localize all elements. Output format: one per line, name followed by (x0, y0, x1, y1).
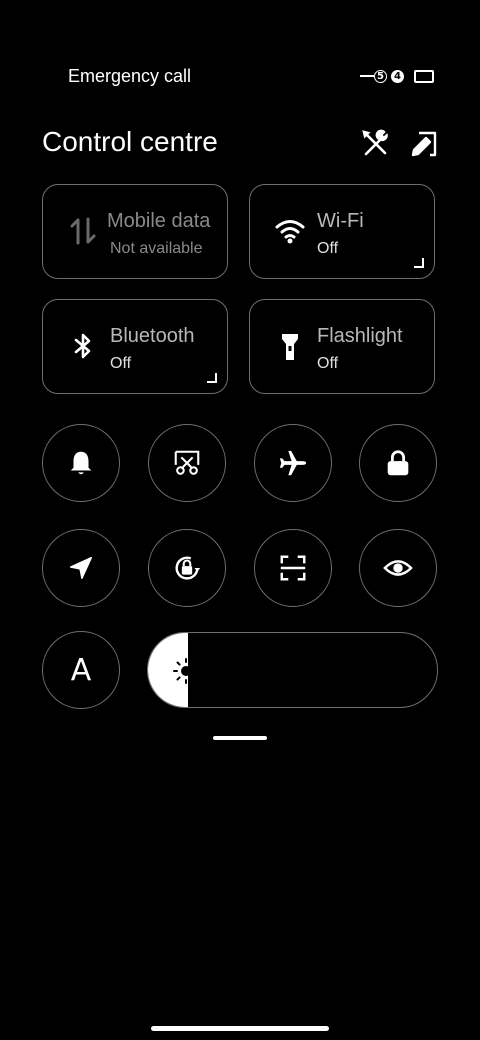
screenshot-icon (174, 450, 200, 475)
flashlight-icon (274, 330, 306, 362)
sim1-signal-icon: 5 (360, 69, 387, 83)
tile-mobile-data[interactable]: Mobile data Not available (42, 184, 228, 279)
bell-icon (70, 451, 92, 475)
battery-icon (414, 69, 434, 83)
toggle-screenshot[interactable] (148, 424, 226, 502)
toggle-auto-brightness[interactable]: A (42, 631, 120, 709)
mobile-data-icon (67, 215, 99, 247)
scanner-icon (280, 555, 306, 581)
rotation-lock-icon (175, 556, 201, 580)
toggle-location[interactable] (42, 529, 120, 607)
toggle-scanner[interactable] (254, 529, 332, 607)
expand-corner-icon[interactable] (414, 258, 424, 268)
panel-drag-handle[interactable] (213, 736, 267, 740)
tile-label: Mobile data (107, 210, 211, 232)
toggle-rotation-lock[interactable] (148, 529, 226, 607)
lock-icon (387, 450, 409, 476)
status-emergency-calls: Emergency calls (68, 66, 190, 86)
toggle-reading-mode[interactable] (359, 529, 437, 607)
airplane-icon (279, 450, 307, 476)
brightness-slider[interactable] (147, 632, 438, 708)
wifi-icon (274, 215, 306, 247)
sim2-signal-icon: 4 (391, 69, 404, 83)
gesture-nav-bar[interactable] (151, 1026, 329, 1031)
expand-corner-icon[interactable] (207, 373, 217, 383)
tile-state: Off (110, 355, 132, 372)
tile-label: Bluetooth (110, 325, 195, 347)
page-title: Control centre (42, 126, 218, 157)
tile-wifi[interactable]: Wi-Fi Off (249, 184, 435, 279)
eye-icon (383, 560, 413, 576)
tile-state: Not available (110, 240, 203, 257)
tile-label: Wi-Fi (317, 210, 364, 232)
status-icons: 5 4 (360, 66, 434, 86)
bluetooth-icon (67, 330, 99, 362)
sun-icon (172, 657, 200, 685)
edit-icon[interactable] (408, 128, 440, 160)
tile-state: Off (317, 355, 339, 372)
tools-icon[interactable] (360, 128, 392, 160)
tile-label: Flashlight (317, 325, 403, 347)
toggle-lock-screen[interactable] (359, 424, 437, 502)
control-centre-screen: Emergency calls 5 4 Control centre Mobil… (0, 0, 480, 1040)
tile-bluetooth[interactable]: Bluetooth Off (42, 299, 228, 394)
sim1-badge: 5 (374, 69, 387, 83)
toggle-airplane[interactable] (254, 424, 332, 502)
tile-flashlight[interactable]: Flashlight Off (249, 299, 435, 394)
sim2-badge: 4 (391, 69, 404, 83)
tile-state: Off (317, 240, 339, 257)
location-icon (69, 556, 93, 580)
auto-brightness-label: A (70, 652, 92, 688)
toggle-ringer[interactable] (42, 424, 120, 502)
